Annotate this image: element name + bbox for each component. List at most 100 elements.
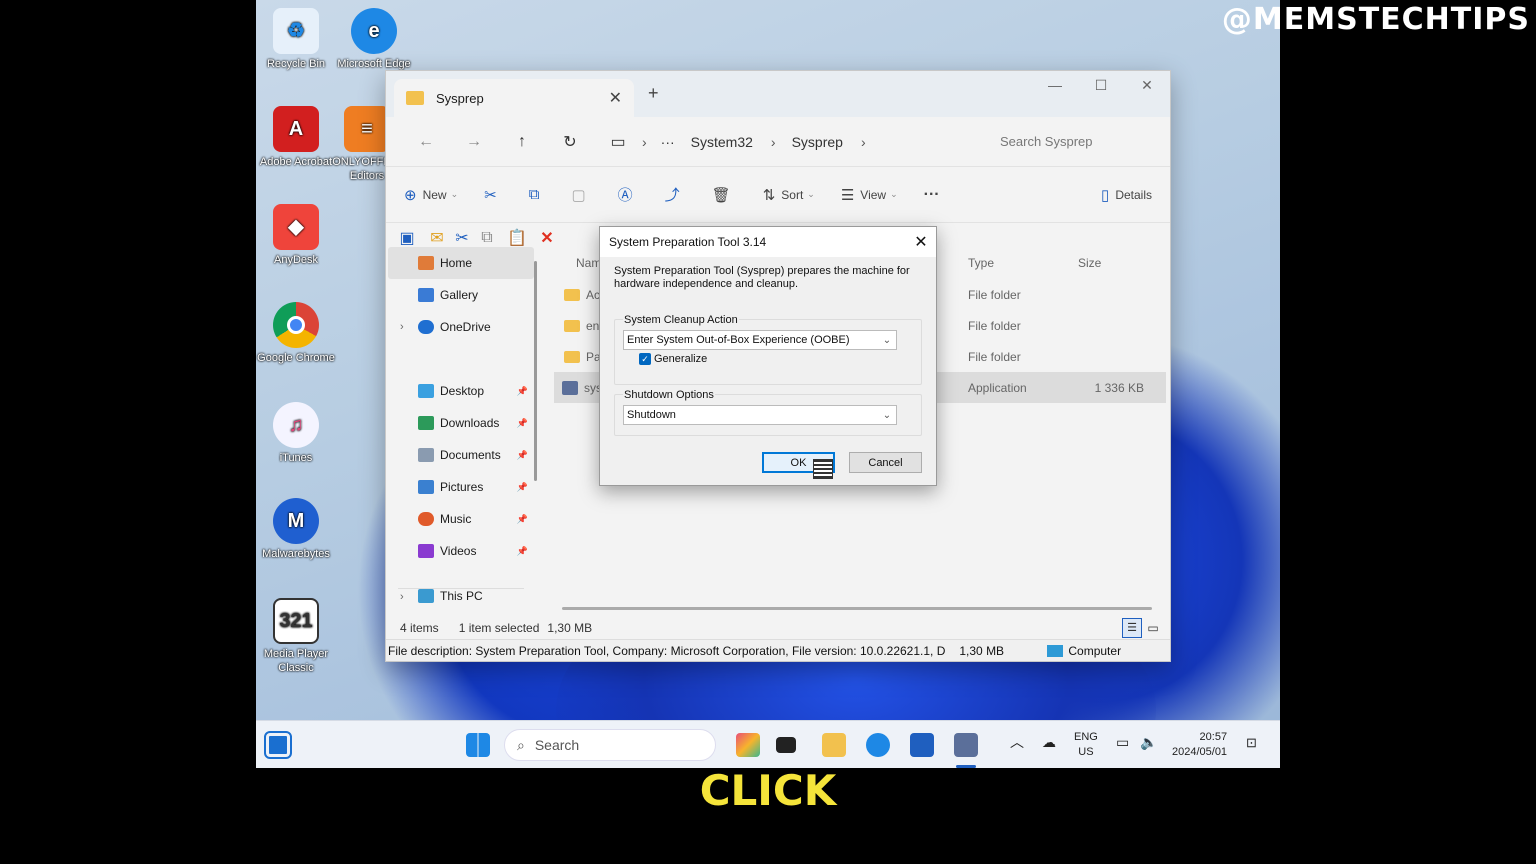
network-icon[interactable]: ▭ [1116, 735, 1129, 750]
sidebar-item-pictures[interactable]: Pictures 📌 [388, 471, 534, 503]
tab-sysprep[interactable]: Sysprep ✕ [394, 79, 634, 117]
details-pane-icon: ▯ [1101, 186, 1110, 204]
desktop-icon-label: Recycle Bin [266, 58, 326, 70]
clock[interactable]: 20:57 2024/05/01 [1172, 730, 1227, 760]
details-view-icon[interactable]: ☰ [1122, 618, 1142, 638]
paste-icon[interactable]: 📋 [502, 228, 532, 248]
volume-icon[interactable]: 🔈 [1140, 735, 1157, 750]
application-icon [562, 380, 578, 395]
sort-button[interactable]: ⇅ Sort ⌄ [763, 186, 815, 204]
taskbar: ⌕ Search ︿ ☁ ENG US ▭ 🔈 20:57 2024/05/01… [256, 720, 1280, 768]
desktop-icon-anydesk[interactable]: ◆ AnyDesk [256, 204, 336, 267]
navigation-pane-icon[interactable]: ▣ [392, 228, 422, 248]
cleanup-action-group: System Cleanup Action Enter System Out-o… [614, 314, 922, 385]
sysprep-taskbar-icon[interactable] [954, 733, 978, 757]
delete-icon[interactable]: ✕ [532, 228, 562, 248]
sort-icon: ⇅ [762, 186, 776, 204]
cut-icon[interactable]: ✂ [452, 228, 472, 248]
malwarebytes-icon: M [273, 498, 319, 544]
dialog-close-button[interactable]: ✕ [906, 232, 936, 252]
properties-icon[interactable]: ✉ [422, 228, 452, 248]
pin-icon: 📌 [516, 449, 528, 460]
details-button[interactable]: ▯ Details [1101, 186, 1152, 204]
close-button[interactable]: ✕ [1124, 77, 1170, 94]
onedrive-tray-icon[interactable]: ☁ [1042, 735, 1056, 750]
sidebar-item-documents[interactable]: Documents 📌 [388, 439, 534, 471]
notification-icon[interactable]: ⊡ [1246, 735, 1257, 750]
new-tab-button[interactable]: + [648, 83, 659, 104]
search-input[interactable]: Search Sysprep [984, 126, 1154, 158]
sidebar-item-label: OneDrive [440, 320, 491, 334]
info-size: 1,30 MB [959, 643, 1005, 658]
desktop-icon-acrobat[interactable]: A Adobe Acrobat [256, 106, 336, 169]
new-button[interactable]: ⊕ New ⌄ [404, 186, 458, 204]
desktop-icon-chrome[interactable]: Google Chrome [256, 302, 336, 365]
sidebar-item-desktop[interactable]: Desktop 📌 [388, 375, 534, 407]
desktop-icon-malwarebytes[interactable]: M Malwarebytes [256, 498, 336, 561]
sidebar-item-this-pc[interactable]: › This PC [388, 589, 534, 603]
sidebar-item-home[interactable]: Home [388, 247, 534, 279]
forward-button[interactable]: → [450, 133, 498, 151]
column-type[interactable]: Type [944, 256, 1064, 270]
maximize-button[interactable]: ☐ [1078, 77, 1124, 94]
cleanup-group-label: System Cleanup Action [623, 314, 739, 326]
store-icon[interactable] [910, 733, 934, 757]
copilot-icon[interactable] [736, 733, 760, 757]
share-button[interactable]: ⤴ [665, 184, 686, 205]
desktop-icon-media-player-classic[interactable]: 321 Media Player Classic [256, 598, 336, 675]
generalize-checkbox[interactable]: ✓ Generalize [639, 353, 707, 365]
cleanup-action-select[interactable]: Enter System Out-of-Box Experience (OOBE… [623, 330, 897, 350]
selected-count: 1 item selected [458, 621, 540, 635]
rename-button[interactable]: Ⓐ [618, 184, 639, 205]
item-count: 4 items [400, 621, 439, 635]
anydesk-icon: ◆ [273, 204, 319, 250]
chevron-right-icon: › [860, 133, 866, 150]
breadcrumb-overflow[interactable]: ··· [661, 134, 675, 150]
sidebar-item-label: Documents [440, 448, 501, 462]
cut-button[interactable]: ✂ [484, 186, 503, 204]
sidebar-scrollbar[interactable] [534, 261, 537, 481]
widgets-icon[interactable] [264, 731, 292, 759]
computer-icon[interactable]: ▭ [594, 132, 642, 152]
sidebar-item-videos[interactable]: Videos 📌 [388, 535, 534, 567]
breadcrumb-system32[interactable]: System32 [691, 134, 753, 150]
edge-taskbar-icon[interactable] [866, 733, 890, 757]
tiles-view-icon[interactable]: ▭ [1142, 621, 1164, 635]
sidebar-divider [398, 567, 524, 589]
copy-icon[interactable]: ⧉ [472, 229, 502, 247]
copy-button[interactable]: ⧉ [529, 186, 546, 203]
refresh-button[interactable]: ↻ [546, 132, 594, 152]
chevron-up-icon[interactable]: ︿ [1010, 735, 1024, 750]
sidebar-item-label: Downloads [440, 416, 500, 430]
taskbar-search[interactable]: ⌕ Search [504, 729, 716, 761]
cancel-button[interactable]: Cancel [849, 452, 922, 473]
delete-button[interactable]: 🗑 [712, 186, 737, 204]
view-button[interactable]: ☰ View ⌄ [841, 186, 898, 204]
desktop-icon-edge[interactable]: e Microsoft Edge [334, 8, 414, 71]
file-explorer-icon[interactable] [822, 733, 846, 757]
sidebar-item-label: Desktop [440, 384, 485, 398]
breadcrumb-sysprep[interactable]: Sysprep [792, 134, 843, 150]
sidebar-item-music[interactable]: Music 📌 [388, 503, 534, 535]
paste-button[interactable]: ▢ [571, 186, 591, 204]
column-size[interactable]: Size [1064, 256, 1144, 270]
file-size: 1 336 KB [1094, 380, 1144, 395]
start-icon[interactable] [466, 733, 490, 757]
clock-time: 20:57 [1199, 731, 1228, 743]
location-label: Computer [1068, 643, 1122, 658]
more-options-button[interactable]: ··· [924, 186, 940, 204]
desktop-icon-itunes[interactable]: ♫ iTunes [256, 402, 336, 465]
up-button[interactable]: ↑ [498, 133, 546, 151]
minimize-button[interactable]: — [1032, 77, 1078, 93]
task-view-icon[interactable] [776, 737, 796, 753]
desktop-icon-recycle-bin[interactable]: ♻ Recycle Bin [256, 8, 336, 71]
sidebar-item-downloads[interactable]: Downloads 📌 [388, 407, 534, 439]
sidebar-item-onedrive[interactable]: › OneDrive [388, 311, 534, 343]
tab-close-icon[interactable]: ✕ [609, 88, 622, 108]
back-button[interactable]: ← [402, 133, 450, 151]
sidebar-item-gallery[interactable]: Gallery [388, 279, 534, 311]
horizontal-scrollbar[interactable] [562, 607, 1152, 610]
shutdown-options-select[interactable]: Shutdown ⌄ [623, 405, 897, 425]
language-indicator[interactable]: ENG US [1074, 730, 1098, 760]
generalize-label: Generalize [654, 353, 708, 365]
